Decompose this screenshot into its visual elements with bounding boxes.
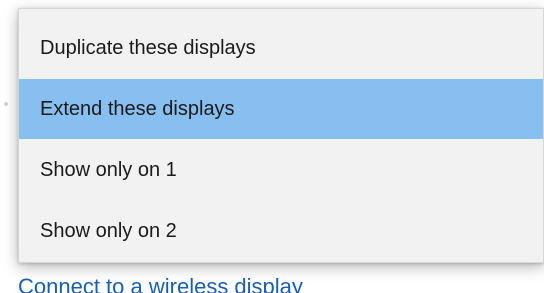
- connect-wireless-display-link[interactable]: Connect to a wireless display: [18, 274, 303, 293]
- display-settings-area: Connect to a wireless display Duplicate …: [0, 0, 544, 293]
- menu-item-show-only-on-1[interactable]: Show only on 1: [19, 140, 543, 200]
- menu-item-duplicate-displays[interactable]: Duplicate these displays: [19, 18, 543, 78]
- menu-item-label: Duplicate these displays: [40, 36, 256, 59]
- menu-item-label: Show only on 2: [40, 219, 177, 242]
- menu-item-label: Extend these displays: [40, 97, 235, 120]
- menu-item-show-only-on-2[interactable]: Show only on 2: [19, 201, 543, 261]
- multiple-displays-dropdown-menu: Duplicate these displays Extend these di…: [18, 8, 544, 263]
- menu-item-extend-displays[interactable]: Extend these displays: [19, 79, 543, 139]
- menu-item-label: Show only on 1: [40, 158, 177, 181]
